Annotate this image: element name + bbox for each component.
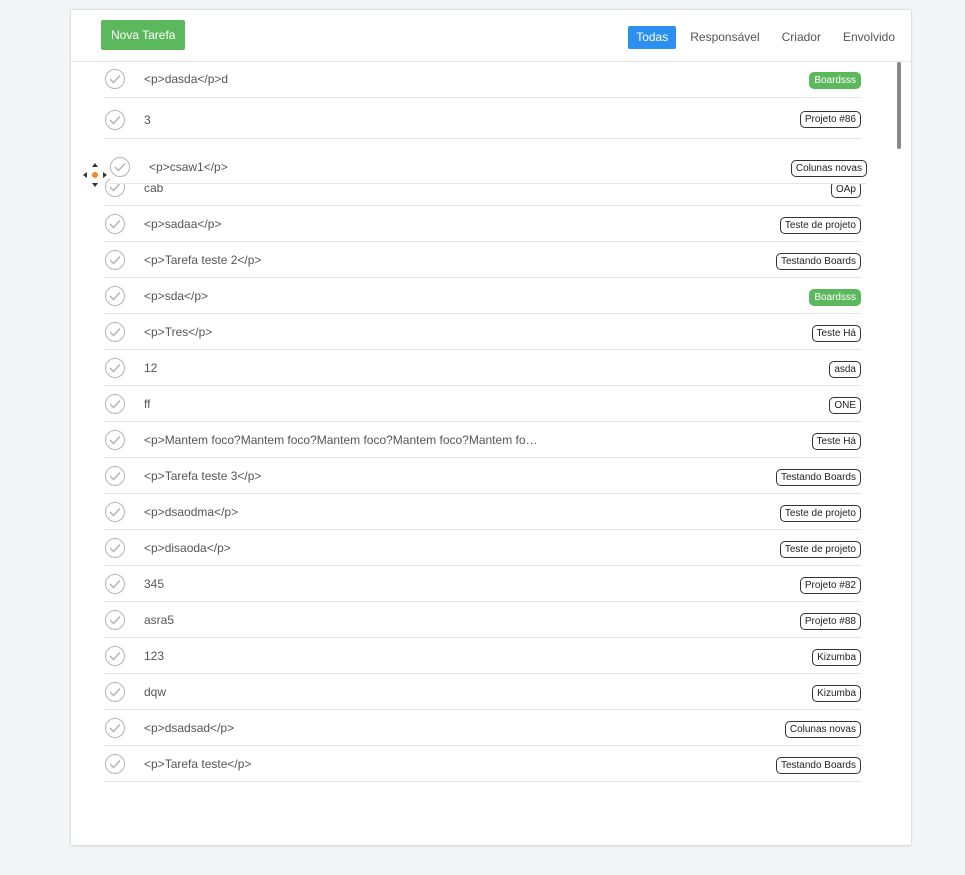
task-row[interactable]: 12 asda	[104, 350, 861, 386]
check-circle-icon[interactable]	[105, 214, 125, 234]
task-row[interactable]: <p>dasda</p>d Boardsss	[104, 61, 861, 98]
task-title[interactable]: 3	[144, 113, 151, 127]
task-title[interactable]: 12	[144, 361, 157, 375]
task-row[interactable]: 345 Projeto #82	[104, 566, 861, 602]
project-tag: Testando Boards	[775, 253, 861, 270]
project-tag: Boardsss	[809, 72, 861, 89]
tab-responsavel[interactable]: Responsável	[682, 26, 767, 49]
tab-todas[interactable]: Todas	[628, 26, 677, 49]
task-title[interactable]: ff	[144, 397, 150, 411]
task-row[interactable]: ff ONE	[104, 386, 861, 422]
project-tag: Teste de projeto	[779, 541, 861, 558]
project-tag: Projeto #82	[799, 577, 861, 594]
dragging-task-row[interactable]: <p>csaw1</p> Colunas novas	[110, 151, 867, 184]
check-circle-icon[interactable]	[105, 69, 125, 89]
task-row[interactable]: <p>dsadsad</p> Colunas novas	[104, 710, 861, 746]
project-tag: ONE	[829, 397, 861, 414]
task-row[interactable]: <p>dsaodma</p> Teste de projeto	[104, 494, 861, 530]
task-title[interactable]: dqw	[144, 685, 166, 699]
check-circle-icon[interactable]	[105, 322, 125, 342]
task-title[interactable]: <p>disaoda</p>	[144, 541, 231, 555]
task-title[interactable]: <p>sadaa</p>	[144, 217, 221, 231]
move-cursor-icon[interactable]	[82, 162, 108, 188]
project-tag: Colunas novas	[790, 160, 867, 177]
check-circle-icon[interactable]	[105, 502, 125, 522]
task-row[interactable]: <p>Tres</p> Teste Há	[104, 314, 861, 350]
tab-criador[interactable]: Criador	[774, 26, 829, 49]
task-header: Nova Tarefa Todas Responsável Criador En…	[71, 10, 911, 62]
task-title[interactable]: <p>dsaodma</p>	[144, 505, 238, 519]
task-row[interactable]: <p>Tarefa teste 2</p> Testando Boards	[104, 242, 861, 278]
task-row[interactable]: <p>Mantem foco?Mantem foco?Mantem foco?M…	[104, 422, 861, 458]
check-circle-icon[interactable]	[105, 538, 125, 558]
check-circle-icon[interactable]	[105, 430, 125, 450]
new-task-button[interactable]: Nova Tarefa	[101, 20, 186, 50]
project-tag: Testando Boards	[775, 757, 861, 774]
task-title[interactable]: <p>csaw1</p>	[149, 160, 228, 174]
task-title[interactable]: 345	[144, 577, 164, 591]
task-row[interactable]: <p>Tarefa teste</p> Testando Boards	[104, 746, 861, 782]
task-title[interactable]: <p>Tarefa teste 2</p>	[144, 253, 261, 267]
task-title[interactable]: 123	[144, 649, 164, 663]
check-circle-icon[interactable]	[105, 754, 125, 774]
project-tag: Teste de projeto	[779, 505, 861, 522]
task-row[interactable]: <p>sadaa</p> Teste de projeto	[104, 206, 861, 242]
check-circle-icon[interactable]	[105, 466, 125, 486]
task-row[interactable]: 123 Kizumba	[104, 638, 861, 674]
task-title[interactable]: <p>Mantem foco?Mantem foco?Mantem foco?M…	[144, 433, 538, 447]
task-row[interactable]: 3 Projeto #86	[104, 98, 861, 139]
task-row[interactable]: <p>Tarefa teste 3</p> Testando Boards	[104, 458, 861, 494]
project-tag: Kizumba	[812, 685, 861, 702]
task-title[interactable]: <p>Tarefa teste 3</p>	[144, 469, 261, 483]
check-circle-icon[interactable]	[105, 646, 125, 666]
task-panel: Nova Tarefa Todas Responsável Criador En…	[71, 10, 911, 845]
check-circle-icon[interactable]	[110, 157, 130, 177]
project-tag: Boardsss	[809, 289, 861, 306]
project-tag: Projeto #86	[799, 111, 861, 128]
check-circle-icon[interactable]	[105, 610, 125, 630]
check-circle-icon[interactable]	[105, 394, 125, 414]
project-tag: Teste Há	[811, 325, 861, 342]
check-circle-icon[interactable]	[105, 358, 125, 378]
scrollbar-thumb[interactable]	[897, 62, 901, 149]
project-tag: Projeto #88	[799, 613, 861, 630]
task-title[interactable]: <p>Tres</p>	[144, 325, 212, 339]
task-row[interactable]: <p>disaoda</p> Teste de projeto	[104, 530, 861, 566]
project-tag: Colunas novas	[784, 721, 861, 738]
project-tag: Testando Boards	[775, 469, 861, 486]
check-circle-icon[interactable]	[105, 110, 125, 130]
task-title[interactable]: <p>Tarefa teste</p>	[144, 757, 251, 771]
filter-tabs: Todas Responsável Criador Envolvido	[628, 26, 903, 49]
check-circle-icon[interactable]	[105, 286, 125, 306]
check-circle-icon[interactable]	[105, 250, 125, 270]
task-row[interactable]: dqw Kizumba	[104, 674, 861, 710]
project-tag: asda	[829, 361, 861, 378]
task-title[interactable]: asra5	[144, 613, 174, 627]
check-circle-icon[interactable]	[105, 574, 125, 594]
task-row[interactable]: asra5 Projeto #88	[104, 602, 861, 638]
project-tag: Kizumba	[812, 649, 861, 666]
check-circle-icon[interactable]	[105, 682, 125, 702]
tab-envolvido[interactable]: Envolvido	[835, 26, 903, 49]
task-row[interactable]: <p>sda</p> Boardsss	[104, 278, 861, 314]
project-tag: Teste Há	[811, 433, 861, 450]
task-title[interactable]: <p>sda</p>	[144, 289, 208, 303]
task-title[interactable]: <p>dsadsad</p>	[144, 721, 234, 735]
project-tag: Teste de projeto	[779, 217, 861, 234]
task-title[interactable]: <p>dasda</p>d	[144, 72, 228, 86]
check-circle-icon[interactable]	[105, 718, 125, 738]
